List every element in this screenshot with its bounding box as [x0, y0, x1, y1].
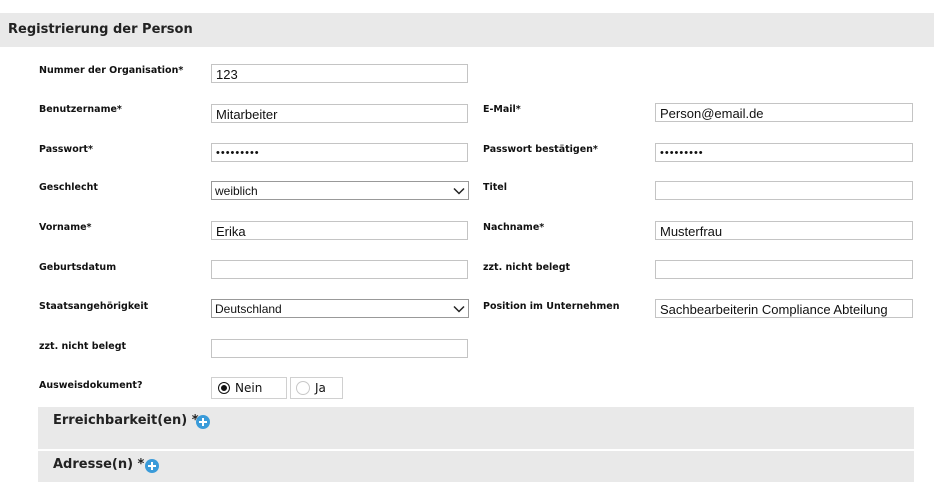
unused-field-1-input[interactable] [655, 260, 913, 279]
unused-field-1-label: zzt. nicht belegt [483, 262, 571, 273]
password-confirm-label: Passwort bestätigen* [483, 144, 598, 155]
id-document-label: Ausweisdokument? [39, 380, 143, 391]
chevron-down-icon [453, 187, 465, 195]
email-input[interactable]: Person@email.de [655, 103, 913, 122]
id-document-option-ja-label: Ja [315, 381, 326, 395]
plus-circle-icon[interactable] [145, 459, 159, 473]
id-document-option-ja[interactable]: Ja [290, 377, 343, 399]
password-confirm-input[interactable]: ••••••••• [655, 143, 913, 162]
org-number-label: Nummer der Organisation* [39, 65, 184, 76]
chevron-down-icon [453, 305, 465, 313]
gender-label: Geschlecht [39, 182, 98, 193]
first-name-input[interactable]: Erika [211, 221, 468, 240]
position-input[interactable]: Sachbearbeiterin Compliance Abteilung [655, 299, 913, 318]
unused-field-2-label: zzt. nicht belegt [39, 341, 127, 352]
page-title: Registrierung der Person [8, 22, 193, 37]
gender-select[interactable]: weiblich [211, 181, 469, 200]
nationality-select[interactable]: Deutschland [211, 299, 469, 318]
form-header: Registrierung der Person [0, 13, 934, 47]
title-input[interactable] [655, 181, 913, 200]
username-label: Benutzername* [39, 104, 122, 115]
nationality-label: Staatsangehörigkeit [39, 301, 149, 312]
last-name-label: Nachname* [483, 222, 545, 233]
nationality-select-value: Deutschland [215, 302, 282, 316]
title-label: Titel [483, 182, 507, 193]
email-label: E-Mail* [483, 104, 521, 115]
radio-selected-icon [219, 383, 229, 393]
id-document-option-nein[interactable]: Nein [211, 377, 287, 399]
address-section-title: Adresse(n) * [53, 457, 145, 472]
birthdate-label: Geburtsdatum [39, 262, 117, 273]
password-input[interactable]: ••••••••• [211, 143, 468, 162]
unused-field-2-input[interactable] [211, 339, 468, 358]
address-section: Adresse(n) * [38, 451, 914, 482]
radio-unselected-icon [296, 381, 310, 395]
position-label: Position im Unternehmen [483, 301, 620, 312]
birthdate-input[interactable] [211, 260, 468, 279]
first-name-label: Vorname* [39, 222, 92, 233]
username-input[interactable]: Mitarbeiter [211, 104, 468, 123]
plus-circle-icon[interactable] [196, 415, 210, 429]
last-name-input[interactable]: Musterfrau [655, 221, 913, 240]
gender-select-value: weiblich [215, 184, 258, 198]
reachability-section-title: Erreichbarkeit(en) * [53, 413, 199, 428]
org-number-input[interactable]: 123 [211, 64, 468, 83]
id-document-option-nein-label: Nein [235, 381, 263, 395]
password-label: Passwort* [39, 144, 93, 155]
reachability-section: Erreichbarkeit(en) * [38, 407, 914, 449]
